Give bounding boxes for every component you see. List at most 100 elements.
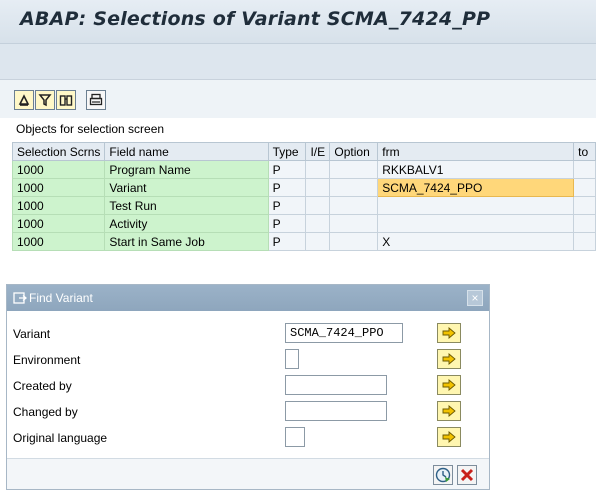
cell-ie[interactable] xyxy=(305,232,331,251)
environment-label: Environment xyxy=(13,353,81,367)
filter-button[interactable] xyxy=(35,90,55,110)
column-header[interactable]: to xyxy=(573,142,596,161)
environment-input[interactable] xyxy=(285,349,299,369)
print-button[interactable] xyxy=(86,90,106,110)
cell-screen[interactable]: 1000 xyxy=(11,214,106,233)
cancel-button[interactable] xyxy=(457,465,477,485)
sort-icon xyxy=(18,94,30,106)
cell-screen[interactable]: 1000 xyxy=(11,196,106,215)
cell-option[interactable] xyxy=(329,160,379,179)
arrow-right-icon xyxy=(442,379,456,391)
column-header[interactable]: I/E xyxy=(305,142,331,161)
find-variant-dialog: Find Variant × Variant SCMA_7424_PPO Env… xyxy=(6,284,490,490)
cell-screen[interactable]: 1000 xyxy=(11,232,106,251)
application-toolbar xyxy=(0,44,596,80)
toolbar-group-print xyxy=(86,90,107,110)
window-title-bar: ABAP: Selections of Variant SCMA_7424_PP xyxy=(0,0,596,44)
cell-ie[interactable] xyxy=(305,178,331,197)
table-row[interactable]: 1000 Program Name P RKKBALV1 xyxy=(11,160,596,179)
variant-label: Variant xyxy=(13,327,51,341)
field-row-environment: Environment xyxy=(7,349,489,371)
cell-field[interactable]: Variant xyxy=(104,178,269,197)
cell-ie[interactable] xyxy=(305,196,331,215)
dialog-footer xyxy=(7,459,489,489)
cell-option[interactable] xyxy=(329,232,379,251)
original-language-multiple-selection-button[interactable] xyxy=(437,427,461,447)
arrow-right-icon xyxy=(442,431,456,443)
cell-frm[interactable] xyxy=(377,214,575,233)
cell-to[interactable] xyxy=(573,232,596,251)
cell-frm-selected[interactable]: SCMA_7424_PPO xyxy=(377,178,575,197)
cancel-icon xyxy=(460,468,474,482)
table-row[interactable]: 1000 Start in Same Job P X xyxy=(11,232,596,251)
column-header[interactable]: frm xyxy=(377,142,575,161)
selections-table: Selection Scrns Field name Type I/E Opti… xyxy=(11,142,596,251)
column-header[interactable]: Field name xyxy=(104,142,269,161)
cell-to[interactable] xyxy=(573,196,596,215)
cell-field[interactable]: Test Run xyxy=(104,196,269,215)
dialog-title-bar[interactable]: Find Variant × xyxy=(7,285,489,311)
binoculars-icon xyxy=(59,95,73,106)
cell-type[interactable]: P xyxy=(267,178,307,197)
column-header[interactable]: Selection Scrns xyxy=(11,142,106,161)
cell-type[interactable]: P xyxy=(267,232,307,251)
cell-screen[interactable]: 1000 xyxy=(11,160,106,179)
changed-by-multiple-selection-button[interactable] xyxy=(437,401,461,421)
dialog-window-icon xyxy=(13,292,27,304)
dialog-title: Find Variant xyxy=(29,291,93,305)
column-header[interactable]: Type xyxy=(267,142,307,161)
arrow-right-icon xyxy=(442,405,456,417)
find-button[interactable] xyxy=(56,90,76,110)
sort-ascending-button[interactable] xyxy=(14,90,34,110)
cell-type[interactable]: P xyxy=(267,196,307,215)
window-title: ABAP: Selections of Variant SCMA_7424_PP xyxy=(20,8,491,30)
arrow-right-icon xyxy=(442,353,456,365)
column-header[interactable]: Option xyxy=(329,142,379,161)
toolbar-group-main xyxy=(14,90,77,110)
variant-multiple-selection-button[interactable] xyxy=(437,323,461,343)
cell-option[interactable] xyxy=(329,214,379,233)
filter-icon xyxy=(38,94,52,107)
section-label: Objects for selection screen xyxy=(16,122,165,136)
close-icon[interactable]: × xyxy=(467,290,483,306)
original-language-input[interactable] xyxy=(285,427,305,447)
cell-option[interactable] xyxy=(329,196,379,215)
table-header-row: Selection Scrns Field name Type I/E Opti… xyxy=(11,142,596,161)
cell-to[interactable] xyxy=(573,178,596,197)
cell-option[interactable] xyxy=(329,178,379,197)
table-row[interactable]: 1000 Test Run P xyxy=(11,196,596,215)
cell-frm[interactable]: RKKBALV1 xyxy=(377,160,575,179)
dialog-body: Variant SCMA_7424_PPO Environment Create… xyxy=(7,311,489,459)
created-by-multiple-selection-button[interactable] xyxy=(437,375,461,395)
cell-field[interactable]: Start in Same Job xyxy=(104,232,269,251)
field-row-original-language: Original language xyxy=(7,427,489,449)
environment-multiple-selection-button[interactable] xyxy=(437,349,461,369)
print-icon xyxy=(89,93,103,106)
cell-screen[interactable]: 1000 xyxy=(11,178,106,197)
cell-to[interactable] xyxy=(573,160,596,179)
changed-by-label: Changed by xyxy=(13,405,78,419)
table-row[interactable]: 1000 Variant P SCMA_7424_PPO xyxy=(11,178,596,197)
cell-type[interactable]: P xyxy=(267,160,307,179)
field-row-created-by: Created by xyxy=(7,375,489,397)
field-row-variant: Variant SCMA_7424_PPO xyxy=(7,323,489,345)
field-row-changed-by: Changed by xyxy=(7,401,489,423)
cell-frm[interactable]: X xyxy=(377,232,575,251)
original-language-label: Original language xyxy=(13,431,108,445)
cell-ie[interactable] xyxy=(305,214,331,233)
cell-to[interactable] xyxy=(573,214,596,233)
execute-clock-icon xyxy=(435,467,451,483)
changed-by-input[interactable] xyxy=(285,401,387,421)
execute-button[interactable] xyxy=(433,465,453,485)
cell-frm[interactable] xyxy=(377,196,575,215)
cell-type[interactable]: P xyxy=(267,214,307,233)
cell-ie[interactable] xyxy=(305,160,331,179)
table-row[interactable]: 1000 Activity P xyxy=(11,214,596,233)
arrow-right-icon xyxy=(442,327,456,339)
variant-input[interactable]: SCMA_7424_PPO xyxy=(285,323,403,343)
created-by-input[interactable] xyxy=(285,375,387,395)
cell-field[interactable]: Program Name xyxy=(104,160,269,179)
created-by-label: Created by xyxy=(13,379,72,393)
cell-field[interactable]: Activity xyxy=(104,214,269,233)
alv-toolbar xyxy=(0,80,596,118)
